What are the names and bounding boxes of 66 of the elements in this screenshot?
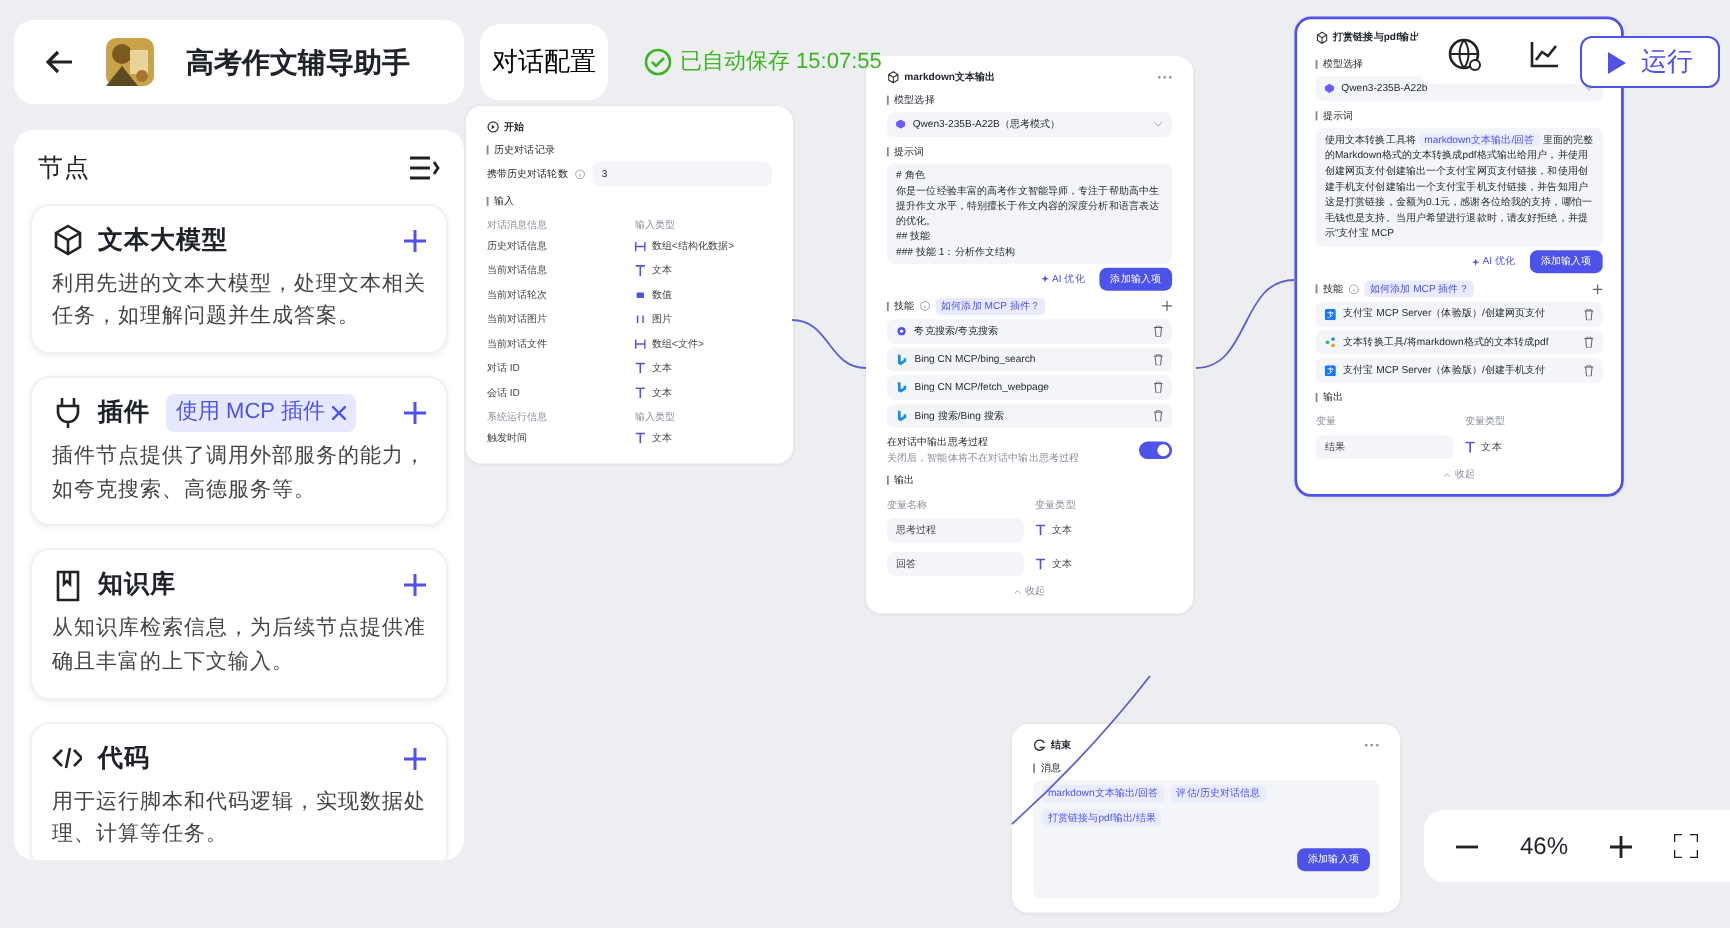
array-type-icon (634, 240, 646, 252)
add-icon[interactable] (404, 229, 426, 252)
node-card[interactable]: 知识库 从知识库检索信息，为后续节点提供准确且丰富的上下文输入。 (30, 548, 448, 700)
connector-line (1195, 279, 1295, 369)
node-title: 代码 (98, 741, 150, 776)
text-type-icon (634, 362, 646, 374)
text-type-icon (1464, 441, 1476, 453)
bing-logo-icon (896, 382, 908, 394)
text-type-icon (1035, 558, 1047, 570)
node-title: 知识库 (98, 568, 176, 603)
play-icon (1607, 51, 1625, 73)
back-arrow-icon[interactable] (46, 50, 74, 74)
node-title: 插件 (98, 396, 150, 431)
text-type-icon (634, 265, 646, 277)
workflow-node[interactable] (1294, 16, 1624, 497)
add-icon[interactable] (404, 747, 426, 770)
node-description: 用于运行脚本和代码逻辑，实现数据处理、计算等任务。 (52, 787, 426, 851)
add-icon[interactable] (404, 401, 426, 424)
zoom-in-icon[interactable] (1610, 835, 1632, 857)
zoom-out-icon[interactable] (1456, 843, 1478, 849)
globe-settings-icon[interactable] (1448, 37, 1482, 71)
plug-icon (52, 396, 82, 429)
image-type-icon (634, 313, 646, 325)
text-type-icon (634, 432, 646, 444)
fit-view-icon[interactable] (1673, 834, 1698, 858)
node-description: 插件节点提供了调用外部服务的能力，如夸克搜索、高德服务等。 (52, 441, 426, 506)
quark-logo-icon (896, 325, 908, 337)
play-circle-icon (486, 120, 500, 134)
node-card[interactable]: 文本大模型 利用先进的文本大模型，处理文本相关任务，如理解问题并生成答案。 (30, 203, 448, 355)
node-description: 从知识库检索信息，为后续节点提供准确且丰富的上下文输入。 (52, 614, 426, 678)
bing-logo-icon (896, 410, 908, 422)
end-node-icon (1033, 739, 1047, 752)
close-icon[interactable] (332, 405, 347, 420)
zoom-level: 46% (1519, 830, 1569, 864)
node-description: 利用先进的文本大模型，处理文本相关任务，如理解问题并生成答案。 (52, 269, 426, 333)
menu-icon[interactable] (410, 156, 440, 181)
app-title: 高考作文辅导助手 (186, 43, 410, 81)
config-tab[interactable]: 对话配置 (480, 24, 608, 100)
alipay-logo-icon (1324, 308, 1336, 320)
node-card[interactable]: 代码 用于运行脚本和代码逻辑，实现数据处理、计算等任务。 (30, 721, 448, 860)
chart-icon[interactable] (1530, 40, 1560, 68)
panel-title: 节点 (38, 152, 90, 186)
add-icon[interactable] (404, 574, 426, 597)
more-icon[interactable] (1364, 743, 1380, 748)
sparkle-icon (1471, 258, 1479, 266)
node-card[interactable]: 插件 使用 MCP 插件 插件节点提供了调用外部服务的能力，如夸克搜索、高德服务等。 (30, 376, 448, 527)
alipay-logo-icon (1324, 364, 1336, 376)
share-nodes-icon (1324, 336, 1336, 348)
bing-logo-icon (896, 353, 908, 365)
text-type-icon (1035, 524, 1047, 536)
text-type-icon (634, 387, 646, 399)
cube-icon (52, 224, 82, 257)
model-icon (896, 119, 906, 130)
mcp-plugin-tag[interactable]: 使用 MCP 插件 (166, 394, 357, 432)
array-type-icon (634, 338, 646, 350)
check-circle-icon (644, 48, 672, 77)
run-button[interactable]: 运行 (1580, 36, 1720, 88)
number-type-icon (634, 289, 646, 301)
node-title: 文本大模型 (98, 223, 228, 258)
sparkle-icon (1041, 275, 1049, 283)
more-icon[interactable] (1157, 75, 1173, 80)
autosave-status: 已自动保存 15:07:55 (680, 48, 882, 78)
toggle-switch[interactable] (1138, 441, 1173, 460)
connector-line (791, 319, 867, 369)
model-icon (1324, 83, 1334, 94)
book-icon (52, 569, 82, 602)
